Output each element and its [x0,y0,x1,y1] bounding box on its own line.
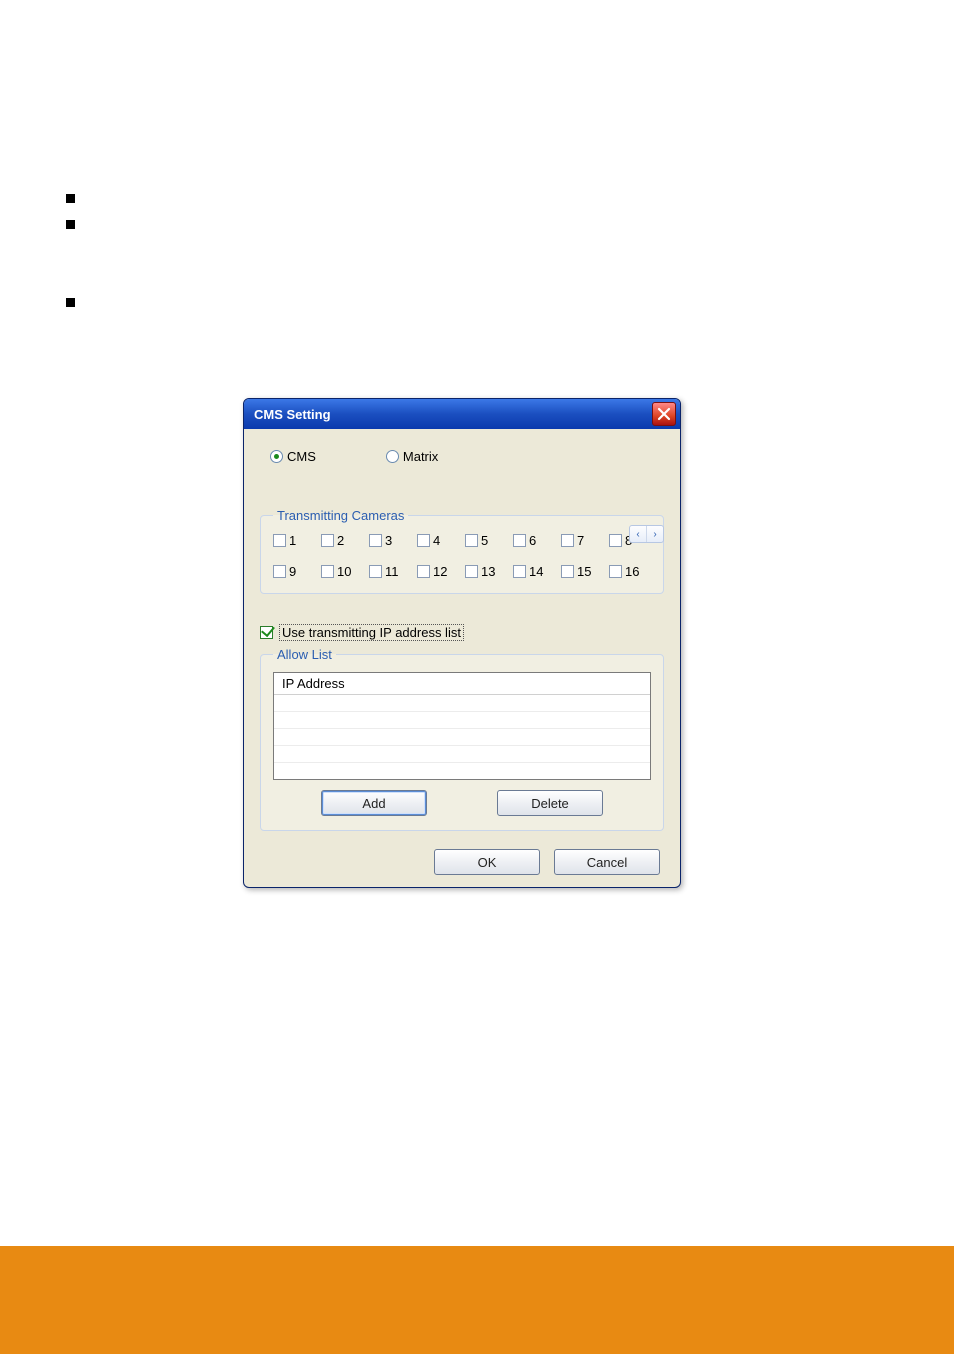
camera-checkbox-15[interactable]: 15 [561,564,603,579]
radio-label: Matrix [403,449,438,464]
checkbox-icon [273,565,286,578]
radio-matrix[interactable]: Matrix [386,449,438,464]
camera-label: 5 [481,533,488,548]
camera-label: 6 [529,533,536,548]
use-ip-list-option[interactable]: Use transmitting IP address list [260,624,664,641]
checkbox-icon [561,565,574,578]
camera-checkbox-6[interactable]: 6 [513,533,555,548]
camera-label: 3 [385,533,392,548]
bullet-icon [66,298,75,307]
camera-checkbox-9[interactable]: 9 [273,564,315,579]
close-icon [656,406,672,422]
chevron-left-icon: ‹ [636,529,639,540]
table-row[interactable] [274,712,650,729]
camera-checkbox-1[interactable]: 1 [273,533,315,548]
camera-label: 12 [433,564,447,579]
checkbox-icon [513,565,526,578]
button-label: Add [362,796,385,811]
camera-checkbox-14[interactable]: 14 [513,564,555,579]
cancel-button[interactable]: Cancel [554,849,660,875]
mode-radio-group: CMS Matrix [270,449,664,464]
camera-checkbox-7[interactable]: 7 [561,533,603,548]
camera-checkbox-4[interactable]: 4 [417,533,459,548]
table-row[interactable] [274,729,650,746]
button-label: OK [478,855,497,870]
camera-checkbox-3[interactable]: 3 [369,533,411,548]
table-row[interactable] [274,763,650,779]
camera-checkbox-2[interactable]: 2 [321,533,363,548]
close-button[interactable] [652,402,676,426]
camera-checkbox-13[interactable]: 13 [465,564,507,579]
pager-next-button[interactable]: › [647,526,663,542]
dialog-body: CMS Matrix ‹ › Transmitting Cameras 1234… [244,429,680,887]
checkbox-icon [609,534,622,547]
window-title: CMS Setting [254,407,331,422]
camera-label: 7 [577,533,584,548]
delete-button[interactable]: Delete [497,790,603,816]
camera-grid: 12345678910111213141516 [273,533,651,579]
radio-cms[interactable]: CMS [270,449,316,464]
camera-label: 2 [337,533,344,548]
checkbox-icon [321,534,334,547]
ip-address-table[interactable]: IP Address [273,672,651,780]
camera-label: 9 [289,564,296,579]
checkbox-icon [417,565,430,578]
bullet-icon [66,194,75,203]
footer-bar [0,1246,954,1354]
radio-icon [270,450,283,463]
page-root: CMS Setting CMS Matrix ‹ [0,0,954,1354]
button-label: Delete [531,796,569,811]
transmitting-cameras-group: Transmitting Cameras 1234567891011121314… [260,508,664,594]
dialog-action-buttons: OK Cancel [260,849,664,875]
table-row[interactable] [274,695,650,712]
table-row[interactable] [274,746,650,763]
use-ip-list-label: Use transmitting IP address list [279,624,464,641]
camera-label: 4 [433,533,440,548]
checkbox-icon [260,626,273,639]
camera-checkbox-10[interactable]: 10 [321,564,363,579]
camera-label: 16 [625,564,639,579]
chevron-right-icon: › [653,529,656,540]
camera-checkbox-16[interactable]: 16 [609,564,651,579]
allow-list-buttons: Add Delete [273,790,651,816]
camera-checkbox-11[interactable]: 11 [369,564,411,579]
camera-label: 15 [577,564,591,579]
add-button[interactable]: Add [321,790,427,816]
camera-checkbox-5[interactable]: 5 [465,533,507,548]
title-bar[interactable]: CMS Setting [244,399,680,429]
checkbox-icon [465,534,478,547]
checkbox-icon [609,565,622,578]
pager-prev-button[interactable]: ‹ [630,526,647,542]
checkbox-icon [273,534,286,547]
button-label: Cancel [587,855,627,870]
radio-label: CMS [287,449,316,464]
checkbox-icon [369,534,382,547]
ok-button[interactable]: OK [434,849,540,875]
bullet-icon [66,220,75,229]
checkbox-icon [417,534,430,547]
camera-label: 10 [337,564,351,579]
camera-label: 13 [481,564,495,579]
allow-list-group: Allow List IP Address Add Delete [260,647,664,831]
camera-checkbox-12[interactable]: 12 [417,564,459,579]
radio-icon [386,450,399,463]
checkbox-icon [465,565,478,578]
checkbox-icon [561,534,574,547]
cameras-legend: Transmitting Cameras [273,508,408,523]
camera-pager: ‹ › [629,525,664,543]
allow-list-legend: Allow List [273,647,336,662]
cms-setting-dialog: CMS Setting CMS Matrix ‹ [243,398,681,888]
checkbox-icon [513,534,526,547]
camera-label: 1 [289,533,296,548]
ip-column-header: IP Address [274,673,650,695]
checkbox-icon [369,565,382,578]
checkbox-icon [321,565,334,578]
camera-label: 14 [529,564,543,579]
camera-label: 11 [385,564,399,579]
